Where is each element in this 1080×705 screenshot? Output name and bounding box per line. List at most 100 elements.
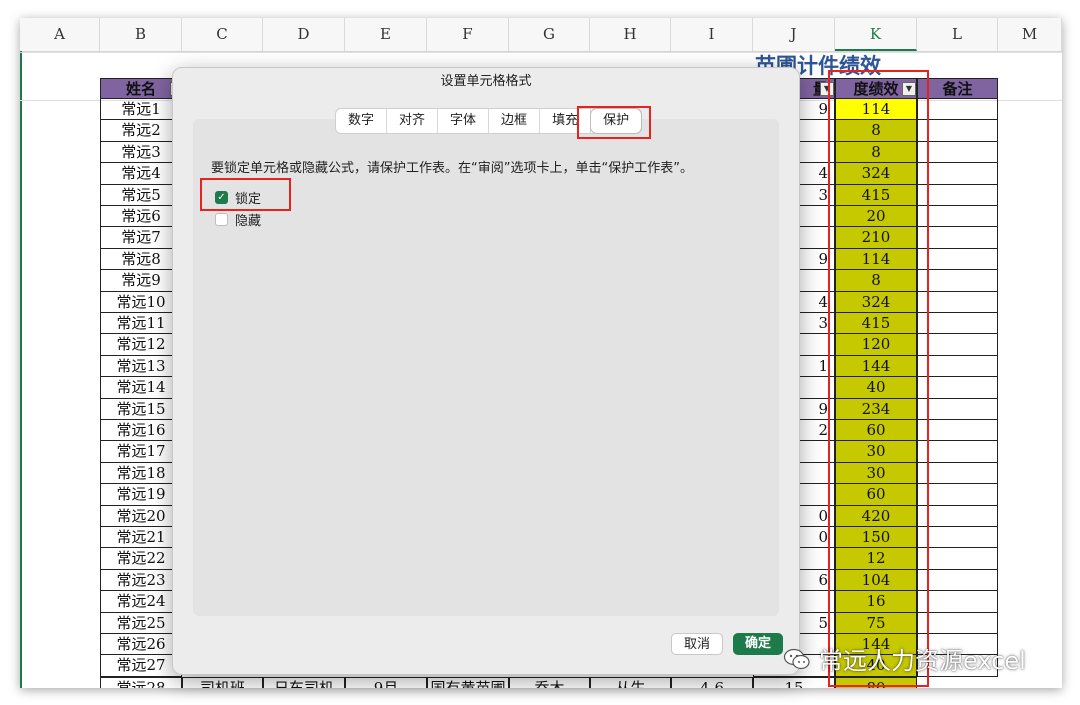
column-header-f[interactable]: F (427, 18, 509, 51)
column-header-l[interactable]: L (917, 18, 998, 51)
table-cell-performance[interactable]: 150 (835, 527, 917, 549)
table-cell-partial[interactable]: 9月 (345, 676, 427, 688)
table-cell-performance[interactable]: 144 (835, 355, 917, 378)
table-cell-performance[interactable]: 30 (835, 462, 917, 485)
table-cell-name[interactable]: 常远16 (100, 420, 182, 442)
table-cell-partial[interactable]: 国有黄苗圃 (427, 676, 509, 688)
table-cell-name[interactable]: 常远23 (100, 569, 182, 592)
table-cell-name[interactable]: 常远6 (100, 206, 182, 228)
table-cell-name[interactable]: 常远26 (100, 634, 182, 656)
table-cell-performance[interactable]: 20 (835, 206, 917, 228)
tab-fill[interactable]: 填充 (540, 109, 592, 133)
hidden-option[interactable]: 隐藏 (215, 210, 261, 229)
table-cell-name[interactable]: 常远18 (100, 462, 182, 485)
table-cell-name[interactable]: 常远4 (100, 163, 182, 185)
table-cell-remarks[interactable] (917, 291, 998, 313)
column-header-m[interactable]: M (998, 18, 1062, 51)
hidden-checkbox[interactable] (215, 212, 228, 226)
tab-border[interactable]: 边框 (489, 109, 541, 133)
table-cell-performance[interactable]: 8 (835, 120, 917, 142)
column-header-g[interactable]: G (509, 18, 590, 51)
table-cell-remarks[interactable] (917, 527, 998, 549)
tab-number[interactable]: 数字 (336, 109, 388, 133)
table-cell-name[interactable]: 常远17 (100, 441, 182, 463)
column-header-b[interactable]: B (100, 18, 182, 51)
cancel-button[interactable]: 取消 (671, 633, 724, 655)
table-cell-performance[interactable]: 30 (835, 441, 917, 463)
table-cell-performance[interactable]: 210 (835, 227, 917, 249)
column-header-j[interactable]: J (753, 18, 835, 51)
table-cell-name[interactable]: 常远9 (100, 270, 182, 292)
table-cell-remarks[interactable] (917, 334, 998, 356)
table-cell-partial[interactable]: 15 (753, 676, 835, 688)
table-cell-performance[interactable]: 40 (835, 377, 917, 399)
table-cell-name[interactable]: 常远8 (100, 248, 182, 271)
table-cell-performance[interactable]: 324 (835, 163, 917, 185)
table-cell-name[interactable]: 常远24 (100, 591, 182, 613)
table-cell-name[interactable]: 常远27 (100, 655, 182, 677)
table-cell-performance[interactable]: 8 (835, 270, 917, 292)
tab-font[interactable]: 字体 (438, 109, 490, 133)
table-cell-name[interactable]: 常远12 (100, 334, 182, 356)
table-cell-remarks[interactable] (917, 484, 998, 506)
table-cell-remarks[interactable] (917, 441, 998, 463)
column-header-c[interactable]: C (182, 18, 263, 51)
table-cell-name[interactable]: 常远11 (100, 313, 182, 335)
tab-alignment[interactable]: 对齐 (387, 109, 439, 133)
table-cell-remarks[interactable] (917, 612, 998, 634)
table-cell-performance[interactable]: 60 (835, 484, 917, 506)
table-cell-partial[interactable]: 80 (835, 676, 917, 688)
table-cell-name[interactable]: 常远15 (100, 398, 182, 420)
table-cell-name[interactable]: 常远13 (100, 355, 182, 378)
table-cell-name[interactable]: 常远5 (100, 184, 182, 206)
dropdown-arrow-icon[interactable]: ▼ (902, 82, 916, 96)
table-cell-performance[interactable]: 415 (835, 313, 917, 335)
table-cell-name[interactable]: 常远2 (100, 120, 182, 142)
dropdown-arrow-icon[interactable]: ▼ (820, 82, 834, 96)
table-cell-remarks[interactable] (917, 227, 998, 249)
table-cell-name[interactable]: 常远10 (100, 291, 182, 313)
table-cell-partial[interactable]: 日车司机 (263, 676, 345, 688)
table-cell-performance[interactable]: 324 (835, 291, 917, 313)
table-cell-remarks[interactable] (917, 313, 998, 335)
column-header-i[interactable]: I (671, 18, 753, 51)
table-cell-performance[interactable]: 8 (835, 141, 917, 164)
table-cell-performance[interactable]: 120 (835, 334, 917, 356)
column-header-a[interactable]: A (20, 18, 100, 51)
table-cell-remarks[interactable] (917, 141, 998, 164)
table-cell-partial[interactable]: 4-6 (671, 676, 753, 688)
table-cell-remarks[interactable] (917, 569, 998, 592)
column-header-d[interactable]: D (263, 18, 345, 51)
locked-option[interactable]: ✓ 锁定 (215, 188, 261, 207)
table-cell-partial[interactable]: 司机班 (182, 676, 263, 688)
table-cell-name[interactable]: 常远14 (100, 377, 182, 399)
table-cell-remarks[interactable] (917, 248, 998, 271)
tab-protection[interactable]: 保护 (591, 109, 642, 133)
table-cell-partial[interactable]: 乔木 (509, 676, 590, 688)
table-cell-remarks[interactable] (917, 206, 998, 228)
table-cell-remarks[interactable] (917, 398, 998, 420)
table-cell-performance[interactable]: 75 (835, 612, 917, 634)
table-cell-partial[interactable]: 从生 (590, 676, 671, 688)
table-cell-performance[interactable]: 415 (835, 184, 917, 206)
table-cell-name[interactable]: 常远19 (100, 484, 182, 506)
column-header-k[interactable]: K (835, 18, 917, 51)
table-cell-name[interactable]: 常远3 (100, 141, 182, 164)
table-cell-remarks[interactable] (917, 184, 998, 206)
column-header-h[interactable]: H (590, 18, 671, 51)
table-cell-performance[interactable]: 104 (835, 569, 917, 592)
table-cell-remarks[interactable] (917, 462, 998, 485)
table-cell-remarks[interactable] (917, 420, 998, 442)
table-cell-performance[interactable]: 114 (835, 99, 917, 121)
table-cell-remarks[interactable] (917, 377, 998, 399)
table-cell-performance[interactable]: 420 (835, 505, 917, 527)
table-cell-remarks[interactable] (917, 591, 998, 613)
table-cell-name[interactable]: 常远7 (100, 227, 182, 249)
table-cell-performance[interactable]: 234 (835, 398, 917, 420)
table-cell-performance[interactable]: 60 (835, 420, 917, 442)
table-cell-remarks[interactable] (917, 99, 998, 121)
table-cell-remarks[interactable] (917, 355, 998, 378)
table-cell-name[interactable]: 常远21 (100, 527, 182, 549)
table-cell-remarks[interactable] (917, 163, 998, 185)
table-cell-performance[interactable]: 12 (835, 548, 917, 570)
